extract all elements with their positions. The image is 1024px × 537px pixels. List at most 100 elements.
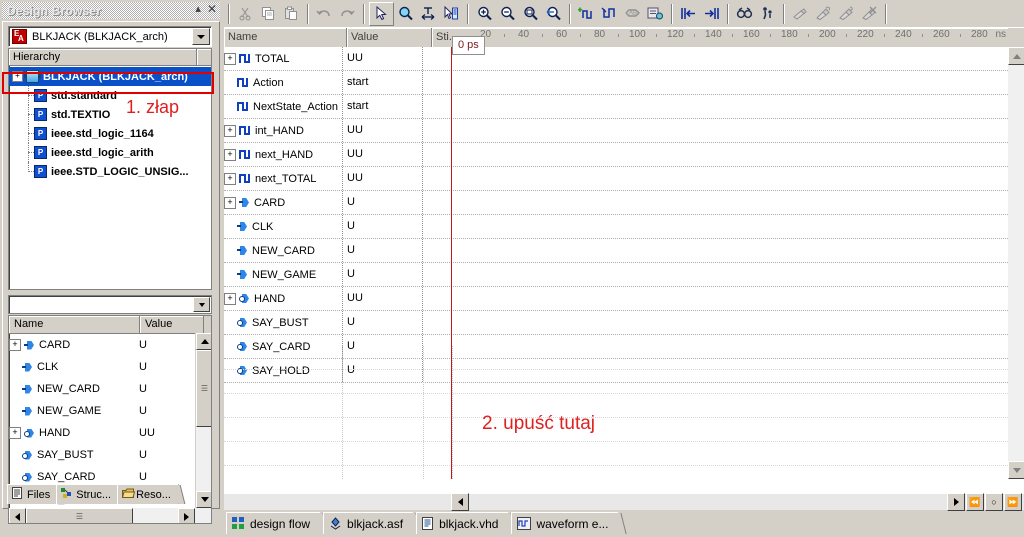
magnify-cursor-icon[interactable] bbox=[394, 3, 417, 25]
expand-icon[interactable]: + bbox=[224, 196, 236, 209]
table-row[interactable]: CLK U bbox=[224, 215, 1008, 239]
hierarchy-item-std-textio[interactable]: P std.TEXTIO bbox=[9, 105, 211, 124]
zoom-in-icon[interactable] bbox=[473, 3, 496, 25]
stimulator-add-icon[interactable] bbox=[812, 3, 835, 25]
waveform-col-value[interactable]: Value bbox=[347, 28, 432, 47]
table-row[interactable]: + next_HAND UU bbox=[224, 143, 1008, 167]
scroll-right-button[interactable] bbox=[178, 508, 195, 523]
waveform-vertical-scrollbar[interactable] bbox=[1008, 47, 1024, 479]
paste-icon[interactable] bbox=[280, 3, 303, 25]
list-item[interactable]: + CARD U bbox=[9, 334, 211, 356]
scroll-up-button[interactable] bbox=[196, 333, 211, 350]
jump-end-button[interactable]: ⏩ bbox=[1004, 493, 1022, 511]
copy-icon[interactable] bbox=[257, 3, 280, 25]
waveform-col-name[interactable]: Name bbox=[224, 28, 347, 47]
tab-blkjack-vhd[interactable]: blkjack.vhd bbox=[416, 512, 509, 534]
table-row[interactable]: Action start bbox=[224, 71, 1008, 95]
scroll-up-button[interactable] bbox=[1008, 47, 1024, 65]
expand-icon[interactable]: + bbox=[9, 427, 21, 439]
prev-transition-icon[interactable] bbox=[677, 3, 700, 25]
scroll-down-button[interactable] bbox=[1008, 461, 1024, 479]
expand-icon[interactable]: + bbox=[12, 71, 23, 82]
table-row[interactable]: NEW_CARD U bbox=[224, 239, 1008, 263]
table-row[interactable]: NextState_Action start bbox=[224, 95, 1008, 119]
hierarchy-item-ieee-std-logic-1164[interactable]: P ieee.std_logic_1164 bbox=[9, 124, 211, 143]
center-cursor-button[interactable]: ○ bbox=[985, 493, 1003, 511]
object-name: SAY_BUST bbox=[37, 449, 94, 461]
bus-properties-icon[interactable] bbox=[644, 3, 667, 25]
jump-start-button[interactable]: ⏪ bbox=[966, 493, 984, 511]
zoom-selection-icon[interactable] bbox=[542, 3, 565, 25]
new-bus-icon[interactable]: AB bbox=[621, 3, 644, 25]
list-item[interactable]: CLK U bbox=[9, 356, 211, 378]
undo-icon[interactable] bbox=[313, 3, 336, 25]
chevron-down-icon[interactable] bbox=[193, 297, 210, 312]
expand-icon[interactable]: + bbox=[224, 52, 236, 65]
tab-design-flow[interactable]: design flow bbox=[226, 512, 321, 534]
scroll-right-button[interactable] bbox=[947, 493, 965, 511]
ruler-tick-label: 100 bbox=[629, 29, 646, 40]
list-item[interactable]: + HAND UU bbox=[9, 422, 211, 444]
cursor-time-label[interactable]: 0 ps bbox=[452, 36, 485, 55]
zoom-fit-icon[interactable] bbox=[519, 3, 542, 25]
cut-icon[interactable] bbox=[234, 3, 257, 25]
hierarchy-item-ieee-std-logic-arith[interactable]: P ieee.std_logic_arith bbox=[9, 143, 211, 162]
waveform-horizontal-scrollbar[interactable]: ⏪ ○ ⏩ bbox=[224, 493, 1024, 511]
insert-edge-icon[interactable] bbox=[598, 3, 621, 25]
scrollbar-thumb[interactable]: ☰ bbox=[196, 350, 211, 427]
waveform-rows[interactable]: + TOTAL UU Action start NextState_Action … bbox=[224, 47, 1008, 479]
tab-files[interactable]: Files bbox=[7, 484, 59, 504]
find-icon[interactable] bbox=[733, 3, 756, 25]
scroll-left-button[interactable] bbox=[451, 493, 469, 511]
redo-icon[interactable] bbox=[336, 3, 359, 25]
list-item[interactable]: SAY_BUST U bbox=[9, 444, 211, 466]
stimulator-remove-icon[interactable] bbox=[835, 3, 858, 25]
expand-icon[interactable]: + bbox=[224, 172, 236, 185]
table-row[interactable]: SAY_BUST U bbox=[224, 311, 1008, 335]
list-item[interactable]: NEW_GAME U bbox=[9, 400, 211, 422]
table-row[interactable]: + TOTAL UU bbox=[224, 47, 1008, 71]
close-icon[interactable]: ✕ bbox=[207, 3, 217, 16]
table-row[interactable]: + HAND UU bbox=[224, 287, 1008, 311]
scrollbar-thumb-h[interactable]: ☰ bbox=[26, 508, 133, 523]
new-signal-icon[interactable] bbox=[575, 3, 598, 25]
tab-structure[interactable]: Struc... bbox=[56, 484, 120, 504]
expand-icon[interactable]: + bbox=[224, 292, 236, 305]
goto-icon[interactable] bbox=[756, 3, 779, 25]
table-row[interactable]: NEW_GAME U bbox=[224, 263, 1008, 287]
expand-icon[interactable]: + bbox=[224, 124, 236, 137]
tab-resources[interactable]: Reso... bbox=[117, 484, 179, 504]
tab-blkjack-asf[interactable]: blkjack.asf bbox=[323, 512, 414, 534]
time-ruler[interactable]: 20 40 60 80 100 120 140 160 180 200 220 … bbox=[451, 28, 1008, 48]
list-item[interactable]: NEW_CARD U bbox=[9, 378, 211, 400]
object-list-horizontal-scrollbar[interactable]: ☰ bbox=[9, 508, 211, 523]
object-list-vertical-scrollbar[interactable]: ☰ bbox=[195, 333, 211, 508]
edit-waveform-icon[interactable] bbox=[440, 3, 463, 25]
expand-icon[interactable]: + bbox=[9, 339, 21, 351]
signal-stimulator bbox=[423, 311, 452, 334]
table-row[interactable]: + CARD U bbox=[224, 191, 1008, 215]
tab-waveform-editor[interactable]: waveform e... bbox=[511, 512, 619, 534]
zoom-out-icon[interactable] bbox=[496, 3, 519, 25]
chevron-down-icon[interactable] bbox=[192, 28, 210, 45]
table-row[interactable]: + next_TOTAL UU bbox=[224, 167, 1008, 191]
next-transition-icon[interactable] bbox=[700, 3, 723, 25]
expand-icon[interactable]: + bbox=[224, 148, 236, 161]
time-cursor[interactable] bbox=[451, 47, 452, 479]
hierarchy-item-ieee-std-logic-unsigned[interactable]: P ieee.STD_LOGIC_UNSIG... bbox=[9, 162, 211, 181]
measure-icon[interactable] bbox=[417, 3, 440, 25]
signal-value: U bbox=[343, 263, 423, 286]
hierarchy-item-blkjack[interactable]: + BLKJACK (BLKJACK_arch) bbox=[9, 67, 211, 86]
minimize-icon[interactable]: ▴ bbox=[195, 3, 201, 16]
vhd-file-icon bbox=[422, 517, 434, 530]
signal-filter-combo[interactable] bbox=[8, 295, 212, 314]
hierarchy-item-std-standard[interactable]: P std.standard bbox=[9, 86, 211, 105]
select-pointer-icon[interactable] bbox=[369, 1, 394, 26]
stimulator-clear-icon[interactable] bbox=[858, 3, 881, 25]
stimulator-icon[interactable] bbox=[789, 3, 812, 25]
hierarchy-list[interactable]: Hierarchy + BLKJACK (BLKJACK_arch) P std… bbox=[8, 48, 212, 290]
scroll-left-button[interactable] bbox=[9, 508, 26, 523]
tree-connector bbox=[24, 143, 34, 162]
table-row[interactable]: + int_HAND UU bbox=[224, 119, 1008, 143]
design-unit-combo[interactable]: BLKJACK (BLKJACK_arch) bbox=[8, 26, 212, 47]
